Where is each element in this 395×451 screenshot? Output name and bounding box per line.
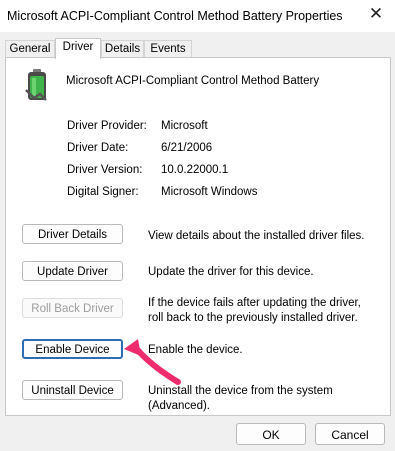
tab-driver[interactable]: Driver xyxy=(55,38,101,59)
cancel-button[interactable]: Cancel xyxy=(315,423,385,445)
ok-button[interactable]: OK xyxy=(236,423,306,445)
annotation-arrow xyxy=(124,339,181,385)
